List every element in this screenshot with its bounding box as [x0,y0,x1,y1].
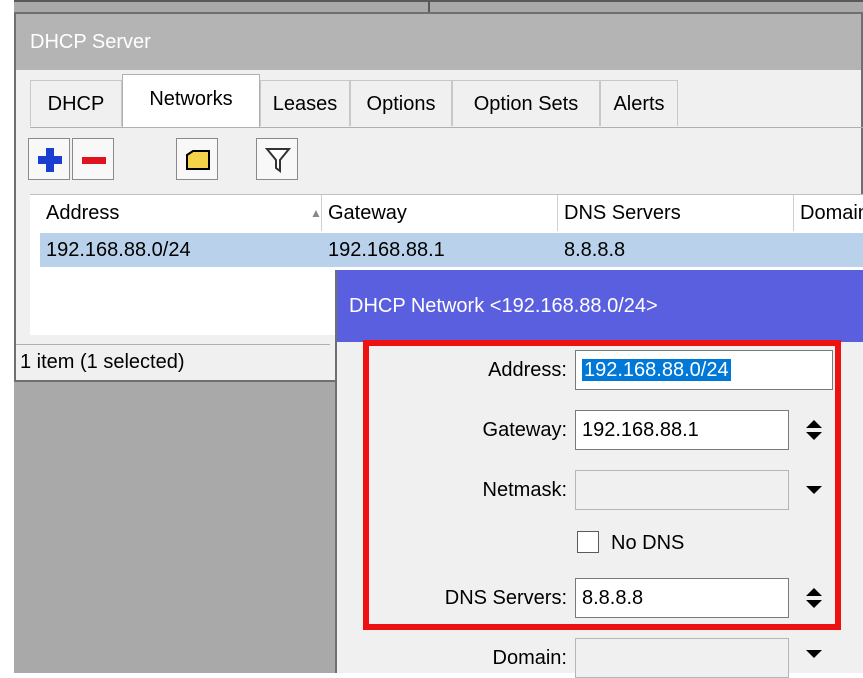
remove-button[interactable] [72,138,114,180]
domain-label: Domain: [492,647,567,669]
tab-leases[interactable]: Leases [260,80,350,126]
dropdown-arrow-icon[interactable] [803,478,825,502]
column-header-domain[interactable]: Domain [794,195,863,231]
domain-input[interactable] [575,638,789,678]
gateway-input[interactable]: 192.168.88.1 [575,410,789,450]
window-title: DHCP Server [16,14,861,70]
address-row: Address: 192.168.88.0/24 [337,350,863,390]
address-input[interactable]: 192.168.88.0/24 [575,350,833,390]
dialog-title: DHCP Network <192.168.88.0/24> [337,270,863,342]
dropdown-arrow-icon[interactable] [803,646,825,670]
tab-alerts[interactable]: Alerts [600,80,678,126]
parent-window-divider [428,0,430,12]
filter-button[interactable] [256,138,298,180]
filter-icon [264,148,292,173]
cell-address: 192.168.88.0/24 [46,239,191,261]
status-bar: 1 item (1 selected) [16,344,330,379]
up-down-icon[interactable] [803,586,825,610]
add-button[interactable] [28,138,70,180]
no-dns-label: No DNS [611,532,685,554]
column-header-address[interactable]: Address ▲ [40,195,322,231]
table-row[interactable]: 192.168.88.0/24 192.168.88.1 8.8.8.8 [40,233,863,267]
tab-dhcp[interactable]: DHCP [30,80,122,126]
netmask-label: Netmask: [482,479,567,501]
column-header-dns-servers[interactable]: DNS Servers [558,195,794,231]
cell-gateway: 192.168.88.1 [328,239,445,261]
domain-row: Domain: [337,638,863,678]
tab-options[interactable]: Options [350,80,452,126]
tab-networks[interactable]: Networks [122,74,260,128]
column-header-gateway[interactable]: Gateway [322,195,558,231]
dns-servers-label: DNS Servers: [444,587,567,609]
dns-servers-input[interactable]: 8.8.8.8 [575,578,789,618]
no-dns-checkbox[interactable] [577,531,599,553]
comment-icon [186,150,210,170]
address-value: 192.168.88.0/24 [582,359,731,381]
up-down-icon[interactable] [803,418,825,442]
gateway-row: Gateway: 192.168.88.1 [337,410,863,450]
netmask-input[interactable] [575,470,789,510]
dhcp-network-dialog: DHCP Network <192.168.88.0/24> Address: … [335,270,863,678]
comment-button[interactable] [176,138,218,180]
netmask-row: Netmask: [337,470,863,510]
dns-servers-row: DNS Servers: 8.8.8.8 [337,578,863,618]
gateway-label: Gateway: [482,419,567,441]
remove-icon [82,157,106,164]
parent-window-edge [14,0,863,2]
no-dns-row: No DNS [337,525,863,565]
sort-asc-icon: ▲ [310,206,322,220]
tab-option-sets[interactable]: Option Sets [452,80,600,126]
tab-strip-border [30,127,863,128]
address-label: Address: [488,359,567,381]
cell-dns: 8.8.8.8 [564,239,626,261]
add-icon [38,148,62,172]
